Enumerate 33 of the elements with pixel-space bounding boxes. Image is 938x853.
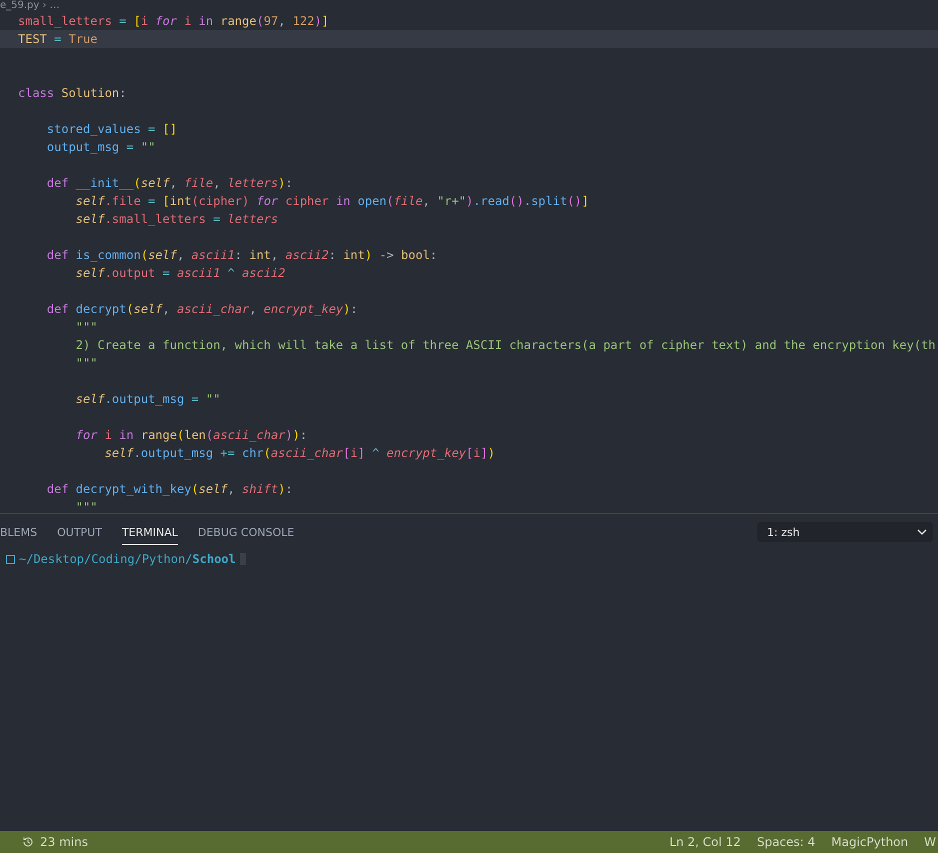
code-line: self.file = [int(cipher) for cipher in open(file, "r+").read().split()]: [74, 193, 590, 210]
code-line: output_msg = "": [46, 139, 156, 156]
code-line: def is_common(self, ascii1: int, ascii2: int) -> bool:: [46, 247, 438, 264]
code-line: def decrypt_with_key(self, shift):: [46, 481, 294, 498]
terminal-select[interactable]: 1: zsh: [757, 522, 933, 542]
code-line: class Solution:: [17, 85, 128, 102]
panel-tab[interactable]: DEBUG CONSOLE: [198, 520, 294, 544]
panel-tab[interactable]: TERMINAL: [122, 520, 178, 544]
code-line: for i in range(len(ascii_char)):: [74, 427, 308, 444]
status-item[interactable]: W: [924, 835, 936, 849]
terminal-prompt: ~/Desktop/Coding/Python/School: [19, 552, 236, 566]
code-line: small_letters = [i for i in range(97, 122)]: [17, 13, 330, 30]
status-item[interactable]: Spaces: 4: [756, 835, 816, 849]
code-line: self.small_letters = letters: [74, 211, 280, 228]
chevron-down-icon: [917, 529, 927, 535]
code-line: """: [74, 499, 98, 513]
code-line: def decrypt(self, ascii_char, encrypt_key):: [46, 301, 359, 318]
prompt-icon: [6, 554, 15, 564]
code-line: """: [74, 355, 98, 372]
history-icon: [22, 836, 34, 848]
code-line: self.output = ascii1 ^ ascii2: [74, 265, 286, 282]
code-line: def __init__(self, file, letters):: [46, 175, 294, 192]
status-item[interactable]: MagicPython: [831, 835, 908, 849]
session-time[interactable]: 23 mins: [40, 835, 88, 849]
status-item[interactable]: Ln 2, Col 12: [669, 835, 741, 849]
code-line: """: [74, 319, 98, 336]
breadcrumb[interactable]: e_59.py › …: [0, 0, 60, 11]
panel-tab[interactable]: BLEMS: [0, 520, 38, 544]
code-line: stored_values = []: [46, 121, 178, 138]
code-line: 2) Create a function, which will take a list of three ASCII characters(a part of cipher text) and the encryption key(th: [74, 337, 937, 354]
panel-tab[interactable]: OUTPUT: [57, 520, 102, 544]
code-line: self.output_msg = "": [74, 391, 222, 408]
code-line: self.output_msg += chr(ascii_char[i] ^ encrypt_key[i]): [104, 445, 496, 462]
